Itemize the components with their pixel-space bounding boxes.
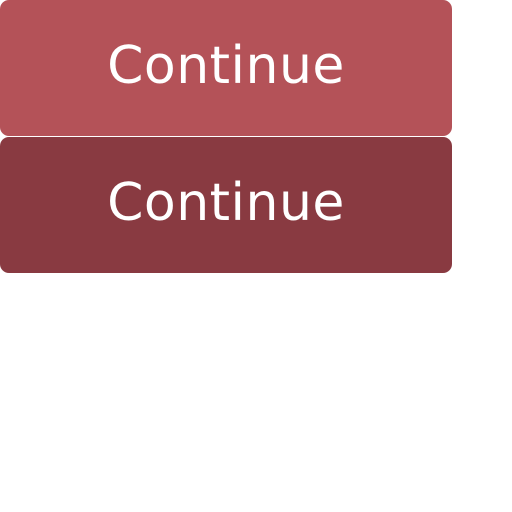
- continue-button-pressed-label: Continue: [107, 173, 345, 233]
- continue-button-pressed[interactable]: Continue: [0, 137, 452, 273]
- continue-button-label: Continue: [107, 36, 345, 96]
- continue-button[interactable]: Continue: [0, 0, 452, 136]
- button-states-canvas: Continue Continue: [0, 0, 512, 512]
